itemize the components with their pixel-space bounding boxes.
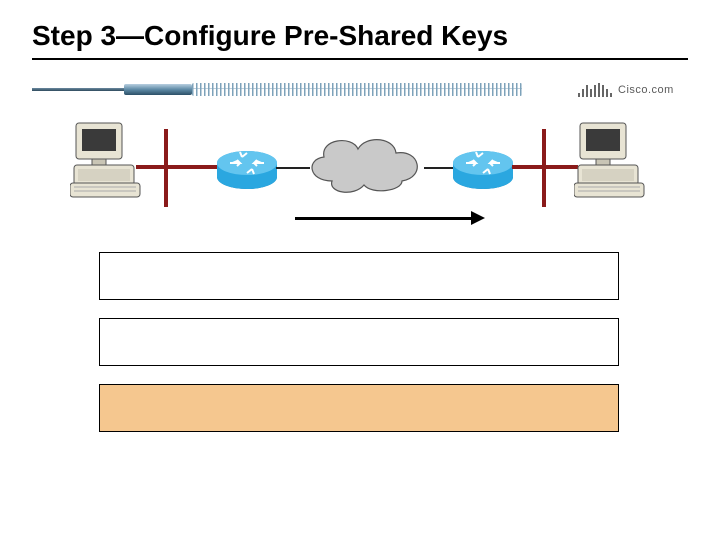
workstation-a-icon: [70, 121, 142, 201]
wan-cloud-icon: [302, 131, 428, 197]
router-a-icon: [216, 145, 278, 193]
link-pc-a: [136, 165, 164, 169]
command-box-3: [99, 384, 619, 432]
command-box-2: [99, 318, 619, 366]
cisco-bridge-icon: [578, 83, 612, 97]
divider-segment-pill: [124, 84, 192, 95]
slide: Step 3—Configure Pre-Shared Keys Cisco.c…: [0, 0, 720, 540]
divider-segment-ticks: [192, 83, 522, 96]
divider-segment-solid: [32, 88, 124, 91]
page-title: Step 3—Configure Pre-Shared Keys: [32, 20, 508, 52]
command-box-1: [99, 252, 619, 300]
title-underline: [32, 58, 688, 60]
arrow-head-icon: [471, 211, 485, 225]
link-router-lan-b: [512, 165, 542, 169]
arrow-line: [295, 217, 471, 220]
brand-text: Cisco.com: [618, 84, 674, 96]
router-b-icon: [452, 145, 514, 193]
network-diagram: [80, 115, 640, 235]
flow-arrow-icon: [295, 211, 485, 225]
cisco-logo: Cisco.com: [578, 78, 688, 102]
workstation-b-icon: [574, 121, 646, 201]
